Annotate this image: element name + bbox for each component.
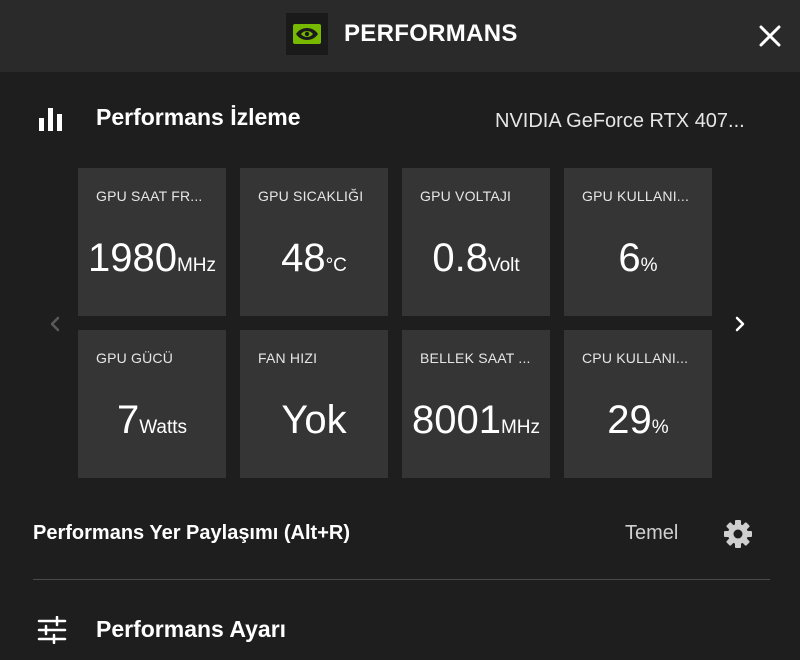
metric-value: Yok xyxy=(240,398,388,443)
metric-number: 7 xyxy=(116,398,140,442)
metric-number: 8001 xyxy=(411,398,501,442)
metric-number: 6 xyxy=(618,236,641,280)
section-title: Performans İzleme xyxy=(96,104,301,130)
overlay-setting-row: Performans Yer Paylaşımı (Alt+R) Temel xyxy=(0,510,800,558)
metric-number: Yok xyxy=(281,398,347,442)
metric-value: 48°C xyxy=(240,236,388,281)
metric-tile-gpu-clock[interactable]: GPU SAAT FR... 1980MHz xyxy=(78,168,226,316)
metric-tile-memory-clock[interactable]: BELLEK SAAT ... 8001MHz xyxy=(402,330,550,478)
metric-tile-gpu-power[interactable]: GPU GÜCÜ 7Watts xyxy=(78,330,226,478)
chevron-right-icon[interactable] xyxy=(728,312,752,336)
metric-label: GPU KULLANI... xyxy=(582,188,690,204)
metric-number: 1980 xyxy=(87,236,177,280)
metric-number: 48 xyxy=(281,236,326,280)
metric-value: 29% xyxy=(564,398,712,443)
chevron-left-icon[interactable] xyxy=(43,312,67,336)
metric-tile-gpu-voltage[interactable]: GPU VOLTAJI 0.8Volt xyxy=(402,168,550,316)
page-title: PERFORMANS xyxy=(344,20,518,47)
gear-icon[interactable] xyxy=(722,518,754,550)
metric-tile-gpu-usage[interactable]: GPU KULLANI... 6% xyxy=(564,168,712,316)
gpu-name: NVIDIA GeForce RTX 407... xyxy=(495,110,745,132)
metric-tile-cpu-usage[interactable]: CPU KULLANI... 29% xyxy=(564,330,712,478)
metric-unit: % xyxy=(640,255,658,276)
metric-unit: MHz xyxy=(176,255,217,276)
overlay-label: Performans Yer Paylaşımı (Alt+R) xyxy=(33,522,350,544)
monitor-section-header: Performans İzleme NVIDIA GeForce RTX 407… xyxy=(0,98,800,142)
metric-value: 0.8Volt xyxy=(402,236,550,281)
metric-label: GPU VOLTAJI xyxy=(420,188,512,204)
sliders-icon xyxy=(37,615,67,645)
metric-label: GPU SAAT FR... xyxy=(96,188,203,204)
metric-unit: MHz xyxy=(500,417,541,438)
metric-label: GPU SICAKLIĞI xyxy=(258,188,364,204)
metric-label: CPU KULLANI... xyxy=(582,350,689,366)
metric-number: 29 xyxy=(607,398,652,442)
metric-unit: °C xyxy=(325,255,347,276)
nvidia-logo-icon xyxy=(286,13,328,55)
metric-label: GPU GÜCÜ xyxy=(96,350,174,366)
metric-value: 6% xyxy=(564,236,712,281)
metric-label: BELLEK SAAT ... xyxy=(420,350,531,366)
metric-tile-fan-speed[interactable]: FAN HIZI Yok xyxy=(240,330,388,478)
metric-unit: % xyxy=(651,417,669,438)
divider xyxy=(33,579,770,580)
metric-unit: Watts xyxy=(139,417,188,438)
close-icon[interactable] xyxy=(756,22,784,50)
bar-chart-icon xyxy=(37,106,65,132)
metric-label: FAN HIZI xyxy=(258,350,318,366)
metric-unit: Volt xyxy=(487,255,520,276)
performance-tuning-row[interactable]: Performans Ayarı xyxy=(0,606,800,654)
metric-tile-gpu-temp[interactable]: GPU SICAKLIĞI 48°C xyxy=(240,168,388,316)
metric-value: 8001MHz xyxy=(402,398,550,443)
tuning-label: Performans Ayarı xyxy=(96,616,287,642)
header-bar: PERFORMANS xyxy=(0,0,800,72)
metric-number: 0.8 xyxy=(432,236,488,280)
metric-value: 7Watts xyxy=(78,398,226,443)
overlay-mode-value[interactable]: Temel xyxy=(625,522,678,545)
metric-value: 1980MHz xyxy=(78,236,226,281)
